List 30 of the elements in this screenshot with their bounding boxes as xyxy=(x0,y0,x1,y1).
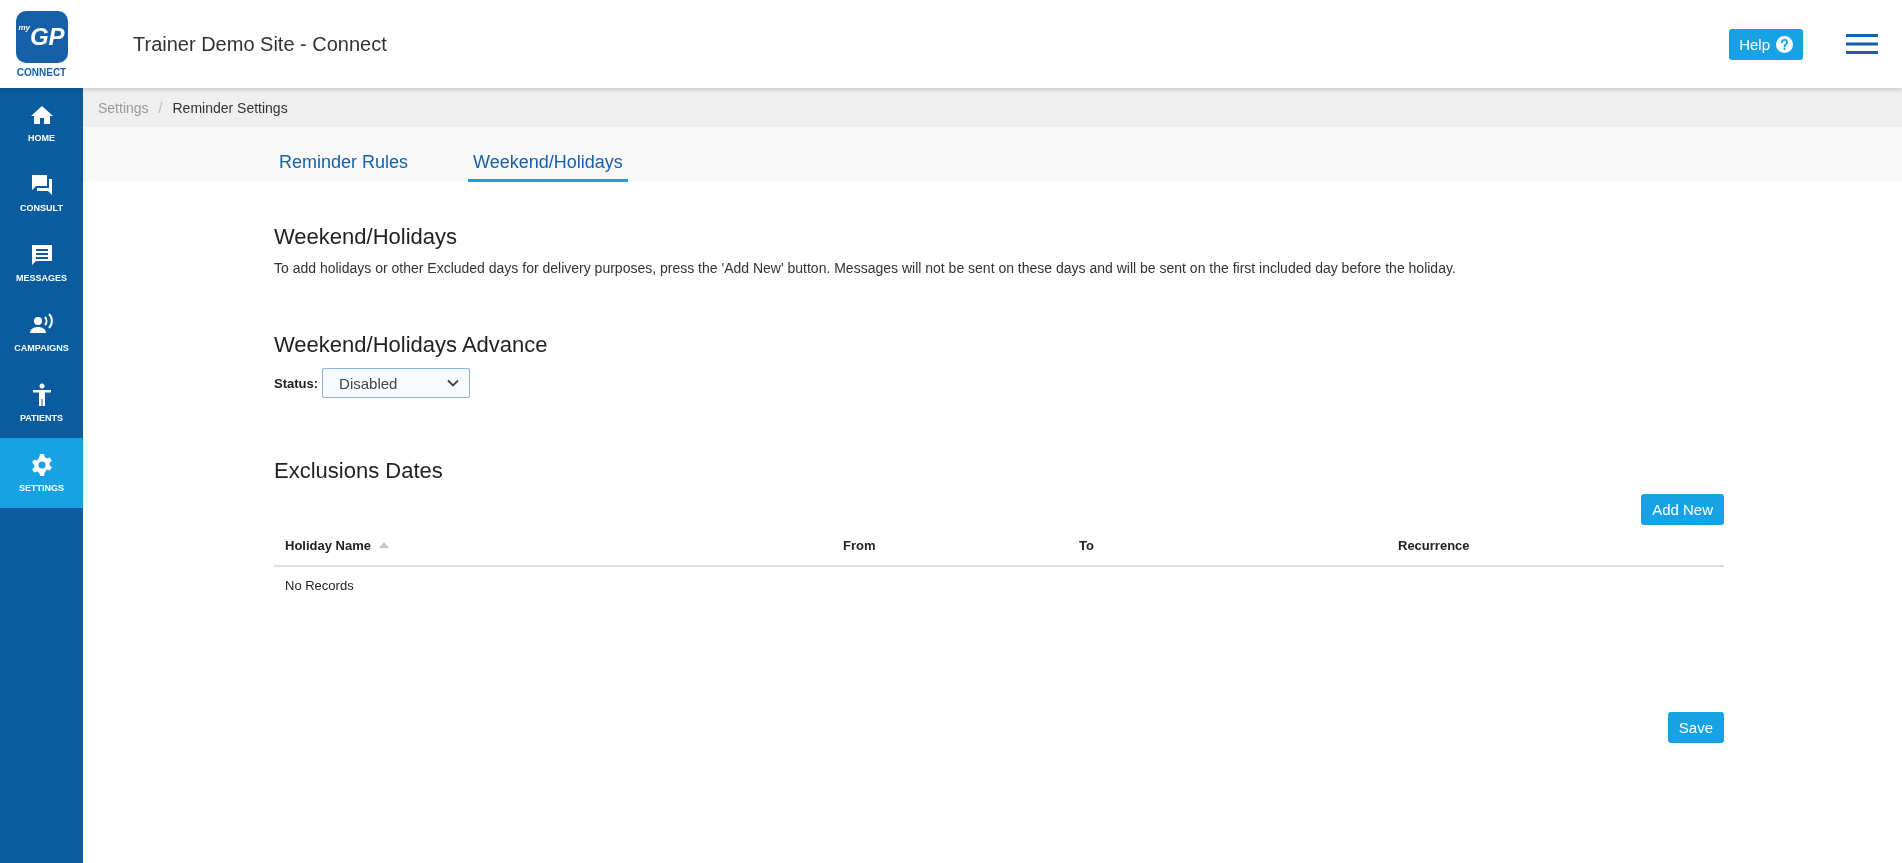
column-header[interactable]: To xyxy=(1079,537,1398,553)
chat-bubbles-icon xyxy=(29,173,54,197)
status-label: Status: xyxy=(274,375,319,391)
column-header[interactable]: Recurrence xyxy=(1398,537,1470,553)
sidebar-item[interactable]: PATIENTS xyxy=(0,368,83,438)
sidebar-item[interactable]: HOME xyxy=(0,88,83,158)
section-heading: Weekend/Holidays xyxy=(274,224,459,250)
chevron-down-icon xyxy=(447,379,460,387)
sidebar-item[interactable]: CONSULT xyxy=(0,158,83,228)
sidebar-item[interactable]: MESSAGES xyxy=(0,228,83,298)
section-heading: Weekend/Holidays Advance xyxy=(274,332,549,358)
house-icon xyxy=(29,103,54,127)
column-header[interactable]: Holiday Name xyxy=(285,537,843,553)
help-icon xyxy=(1776,35,1793,53)
app-logo[interactable]: $^{my}$GP xyxy=(15,10,68,63)
site-title: Trainer Demo Site - Connect xyxy=(133,32,387,56)
section-heading: Exclusions Dates xyxy=(274,458,444,484)
breadcrumb-item: Reminder Settings xyxy=(172,99,288,116)
breadcrumb-separator: / xyxy=(158,99,163,116)
logo-caption: CONNECT xyxy=(16,66,67,78)
section-description: To add holidays or other Excluded days for delivery purposes, press the 'Add New' button. Messages will not be sent on these days and will be sent on the first included day before the holiday. xyxy=(274,260,1457,276)
status-dropdown[interactable]: Disabled xyxy=(322,368,471,398)
tab[interactable]: Reminder Rules xyxy=(274,152,414,182)
menu-icon[interactable] xyxy=(1846,34,1878,54)
message-icon xyxy=(29,243,54,267)
sidebar-item[interactable]: CAMPAIGNS xyxy=(0,298,83,368)
column-header[interactable]: From xyxy=(843,537,1079,553)
empty-table-message: No Records xyxy=(284,577,355,595)
settings-icon xyxy=(29,453,54,477)
tab[interactable]: Weekend/Holidays xyxy=(468,152,628,182)
